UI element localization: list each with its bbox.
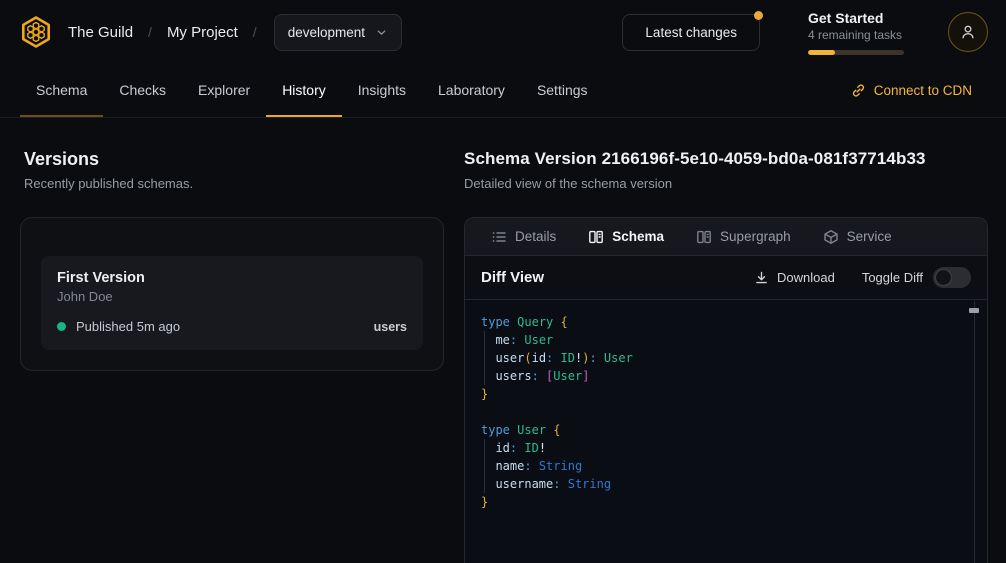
hive-logo-icon[interactable]	[16, 12, 56, 52]
code-line: username: String	[481, 475, 953, 493]
tab-supergraph-label: Supergraph	[720, 229, 791, 244]
cube-icon	[823, 229, 839, 245]
get-started-progress-track	[808, 50, 904, 55]
version-status-text: Published 5m ago	[76, 319, 180, 334]
user-icon	[959, 23, 977, 41]
target-selector-value: development	[288, 25, 365, 40]
get-started-widget[interactable]: Get Started 4 remaining tasks	[808, 10, 904, 55]
code-line: name: String	[481, 457, 953, 475]
tab-schema[interactable]: Schema	[588, 229, 664, 245]
connect-to-cdn-label: Connect to CDN	[874, 83, 972, 98]
code-line: type Query {	[481, 313, 953, 331]
version-detail-subtitle: Detailed view of the schema version	[464, 176, 988, 191]
notification-dot	[754, 11, 763, 20]
versions-list-card: First Version John Doe Published 5m ago …	[20, 217, 444, 371]
code-line: user(id: ID!): User	[481, 349, 953, 367]
tab-details-label: Details	[515, 229, 556, 244]
link-icon	[851, 83, 866, 98]
schema-view-card: Details Schema	[464, 217, 988, 563]
code-line	[481, 403, 953, 421]
versions-title: Versions	[24, 147, 440, 171]
version-status-row: Published 5m ago users	[57, 319, 407, 334]
chevron-down-icon	[375, 26, 388, 39]
version-list-item[interactable]: First Version John Doe Published 5m ago …	[41, 256, 423, 350]
main-nav: Schema Checks Explorer History Insights …	[0, 64, 1006, 118]
download-button[interactable]: Download	[754, 270, 835, 285]
version-author: John Doe	[57, 289, 407, 304]
version-detail-panel: Schema Version 2166196f-5e10-4059-bd0a-0…	[464, 118, 1006, 563]
app-window: The Guild / My Project / development Lat…	[0, 0, 1006, 563]
user-avatar[interactable]	[948, 12, 988, 52]
get-started-progress-fill	[808, 50, 835, 55]
get-started-title: Get Started	[808, 10, 904, 27]
tab-supergraph[interactable]: Supergraph	[696, 229, 791, 245]
diff-view-title: Diff View	[481, 269, 544, 286]
get-started-subtitle: 4 remaining tasks	[808, 28, 904, 43]
nav-tab-history[interactable]: History	[266, 64, 342, 117]
nav-tab-settings[interactable]: Settings	[521, 64, 604, 117]
toggle-diff-knob	[935, 269, 952, 286]
nav-tab-laboratory[interactable]: Laboratory	[422, 64, 521, 117]
schema-code-viewer[interactable]: type Query { me: User user(id: ID!): Use…	[465, 300, 987, 563]
breadcrumb-org[interactable]: The Guild	[68, 24, 133, 41]
diff-view-actions: Download Toggle Diff	[754, 267, 971, 288]
code-line: }	[481, 493, 953, 511]
toggle-diff-switch[interactable]	[933, 267, 971, 288]
code-line: }	[481, 385, 953, 403]
download-label: Download	[777, 270, 835, 285]
nav-tab-explorer[interactable]: Explorer	[182, 64, 266, 117]
target-selector[interactable]: development	[274, 14, 402, 51]
tab-schema-label: Schema	[612, 229, 664, 244]
code-line: type User {	[481, 421, 953, 439]
version-service-badge: users	[374, 320, 407, 334]
code-block: type Query { me: User user(id: ID!): Use…	[481, 313, 953, 511]
breadcrumb: The Guild / My Project / development	[68, 14, 402, 51]
code-line: id: ID!	[481, 439, 953, 457]
code-scrollbar-thumb[interactable]	[969, 308, 979, 313]
connect-to-cdn-link[interactable]: Connect to CDN	[851, 64, 972, 117]
nav-tab-schema[interactable]: Schema	[20, 64, 103, 117]
columns-icon	[696, 229, 712, 245]
tab-details[interactable]: Details	[491, 229, 556, 245]
columns-icon	[588, 229, 604, 245]
published-status-dot	[57, 322, 66, 331]
version-name: First Version	[57, 270, 407, 286]
schema-view-tabs: Details Schema	[465, 218, 987, 256]
list-icon	[491, 229, 507, 245]
diff-view-toolbar: Diff View Download Toggle Diff	[465, 256, 987, 300]
breadcrumb-separator: /	[148, 24, 152, 40]
code-scrollbar-track[interactable]	[974, 301, 975, 563]
main-content: Versions Recently published schemas. Fir…	[0, 118, 1006, 563]
toggle-diff-label: Toggle Diff	[862, 270, 923, 285]
header-actions: Latest changes Get Started 4 remaining t…	[622, 10, 988, 55]
code-line: me: User	[481, 331, 953, 349]
tab-service[interactable]: Service	[823, 229, 892, 245]
latest-changes-label: Latest changes	[645, 25, 737, 40]
nav-tab-checks[interactable]: Checks	[103, 64, 182, 117]
code-line: users: [User]	[481, 367, 953, 385]
tab-service-label: Service	[847, 229, 892, 244]
versions-panel: Versions Recently published schemas. Fir…	[0, 118, 464, 563]
latest-changes-button[interactable]: Latest changes	[622, 14, 760, 51]
breadcrumb-separator: /	[253, 24, 257, 40]
breadcrumb-project[interactable]: My Project	[167, 24, 238, 41]
top-header: The Guild / My Project / development Lat…	[0, 0, 1006, 64]
nav-tab-insights[interactable]: Insights	[342, 64, 422, 117]
versions-subtitle: Recently published schemas.	[24, 176, 440, 191]
download-icon	[754, 270, 769, 285]
version-detail-title: Schema Version 2166196f-5e10-4059-bd0a-0…	[464, 147, 988, 171]
